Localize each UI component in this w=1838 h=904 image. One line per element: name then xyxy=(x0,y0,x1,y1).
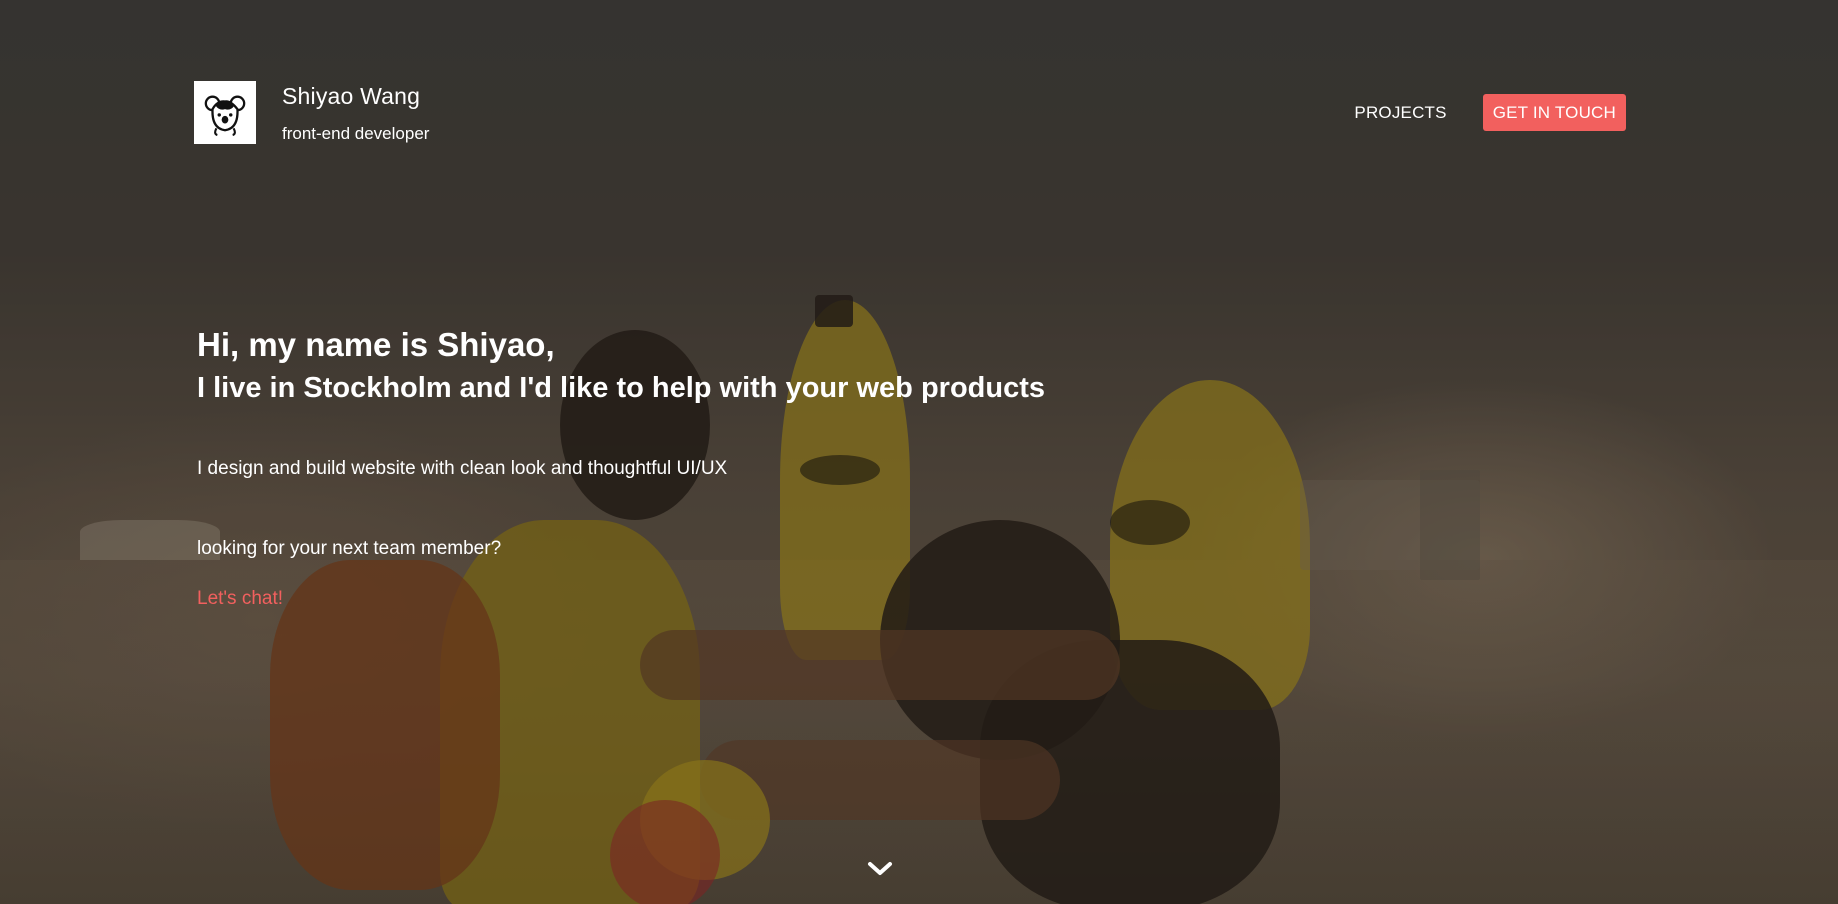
site-owner-name[interactable]: Shiyao Wang xyxy=(282,83,420,110)
site-header: Shiyao Wang front-end developer PROJECTS… xyxy=(194,81,1626,145)
nav-projects-link[interactable]: PROJECTS xyxy=(1354,103,1446,123)
koala-icon[interactable] xyxy=(194,81,256,144)
get-in-touch-button[interactable]: GET IN TOUCH xyxy=(1482,94,1626,131)
intro-subtitle: I live in Stockholm and I'd like to help… xyxy=(197,372,1045,404)
intro-tagline: I design and build website with clean lo… xyxy=(197,458,728,479)
site-owner-role: front-end developer xyxy=(282,124,430,143)
intro-heading: Hi, my name is Shiyao, I live in Stockho… xyxy=(197,326,1045,405)
top-nav: PROJECTS GET IN TOUCH xyxy=(1354,94,1626,131)
lets-chat-link[interactable]: Let's chat! xyxy=(197,588,283,610)
intro-question: looking for your next team member? xyxy=(197,538,502,559)
chevron-down-icon[interactable] xyxy=(866,858,894,880)
hero-section: Shiyao Wang front-end developer PROJECTS… xyxy=(0,0,1838,904)
intro-title: Hi, my name is Shiyao, xyxy=(197,326,555,363)
